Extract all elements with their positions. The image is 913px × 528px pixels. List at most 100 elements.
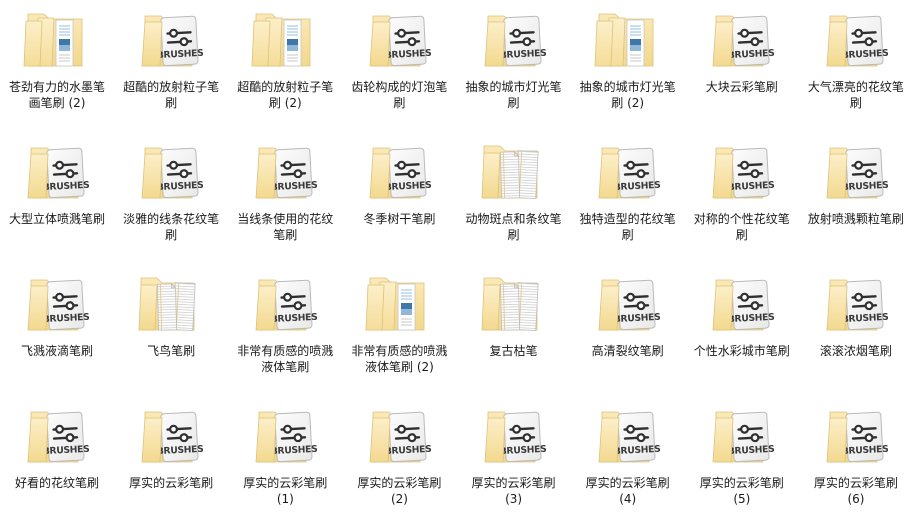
folder-brushes-card-icon: BRUSHES — [712, 411, 775, 463]
folder-brushes-card-icon: BRUSHES — [255, 147, 318, 199]
folder-brushes-card-icon[interactable]: BRUSHES — [360, 136, 438, 208]
folder-brushes-card-icon[interactable]: BRUSHES — [18, 136, 96, 208]
folder-brushes-card-icon: BRUSHES — [141, 15, 204, 67]
folder-item[interactable]: BRUSHES 放射喷溅颗粒笔刷 — [799, 132, 913, 264]
folder-item[interactable]: BRUSHES 厚实的云彩笔刷 (1) — [228, 396, 342, 528]
folder-item-label: 厚实的云彩笔刷 (1) — [243, 476, 328, 506]
folder-item[interactable]: BRUSHES 好看的花纹笔刷 — [0, 396, 114, 528]
folder-document-stack-icon[interactable] — [132, 268, 210, 340]
folder-image-stack-icon[interactable] — [246, 4, 324, 76]
folder-item-label: 动物斑点和条纹笔刷 — [465, 212, 562, 242]
folder-item[interactable]: BRUSHES 厚实的云彩笔刷 (2) — [342, 396, 456, 528]
folder-item-label: 冬季树干笔刷 — [363, 212, 436, 226]
folder-brushes-card-icon[interactable]: BRUSHES — [360, 4, 438, 76]
folder-brushes-card-icon[interactable]: BRUSHES — [132, 136, 210, 208]
folder-brushes-card-icon: BRUSHES — [484, 411, 546, 463]
folder-item[interactable]: 非常有质感的喷溅液体笔刷 (2) — [342, 264, 456, 396]
folder-brushes-card-icon: BRUSHES — [598, 279, 660, 331]
folder-item[interactable]: BRUSHES 大气漂亮的花纹笔刷 — [799, 0, 913, 132]
folder-item-label: 独特造型的花纹笔刷 — [579, 212, 676, 242]
folder-item-label: 复古枯笔 — [489, 344, 538, 358]
folder-brushes-card-icon[interactable]: BRUSHES — [475, 4, 553, 76]
folder-brushes-card-icon[interactable]: BRUSHES — [589, 268, 667, 340]
folder-item[interactable]: 苍劲有力的水墨笔画笔刷 (2) — [0, 0, 114, 132]
folder-image-stack-icon[interactable] — [589, 4, 667, 76]
folder-item[interactable]: BRUSHES 厚实的云彩笔刷 (6) — [799, 396, 913, 528]
folder-item-label: 个性水彩城市笔刷 — [693, 344, 790, 358]
folder-brushes-card-icon[interactable]: BRUSHES — [246, 136, 324, 208]
folder-item-label: 大块云彩笔刷 — [705, 80, 778, 94]
folder-item-label: 飞鸟笔刷 — [147, 344, 196, 358]
folder-item[interactable]: 飞鸟笔刷 — [114, 264, 228, 396]
folder-item-label: 厚实的云彩笔刷 (4) — [585, 476, 670, 506]
folder-brushes-card-icon[interactable]: BRUSHES — [817, 400, 895, 472]
folder-brushes-card-icon[interactable]: BRUSHES — [589, 136, 667, 208]
folder-item-label: 超酷的放射粒子笔刷 — [123, 80, 220, 110]
folder-brushes-card-icon[interactable]: BRUSHES — [18, 268, 96, 340]
folder-item[interactable]: BRUSHES 非常有质感的喷溅液体笔刷 — [228, 264, 342, 396]
folder-brushes-card-icon[interactable]: BRUSHES — [246, 268, 324, 340]
folder-item-label: 抽象的城市灯光笔刷 — [465, 80, 562, 110]
folder-item[interactable]: BRUSHES 滚滚浓烟笔刷 — [799, 264, 913, 396]
folder-brushes-card-icon: BRUSHES — [27, 279, 90, 331]
folder-image-stack-icon[interactable] — [18, 4, 96, 76]
folder-item[interactable]: 复古枯笔 — [457, 264, 571, 396]
folder-item[interactable]: BRUSHES 对称的个性花纹笔刷 — [685, 132, 799, 264]
folder-item-label: 当线条使用的花纹笔刷 — [237, 212, 334, 242]
folder-brushes-card-icon[interactable]: BRUSHES — [132, 4, 210, 76]
folder-item-label: 飞溅液滴笔刷 — [21, 344, 94, 358]
folder-item[interactable]: BRUSHES 独特造型的花纹笔刷 — [571, 132, 685, 264]
folder-brushes-card-icon[interactable]: BRUSHES — [246, 400, 324, 472]
folder-brushes-card-icon[interactable]: BRUSHES — [817, 4, 895, 76]
folder-brushes-card-icon: BRUSHES — [598, 411, 660, 463]
folder-document-stack-icon — [138, 277, 196, 332]
folder-item[interactable]: BRUSHES 抽象的城市灯光笔刷 — [457, 0, 571, 132]
folder-item[interactable]: 超酷的放射粒子笔刷 (2) — [228, 0, 342, 132]
folder-item[interactable]: BRUSHES 厚实的云彩笔刷 — [114, 396, 228, 528]
folder-item[interactable]: BRUSHES 淡雅的线条花纹笔刷 — [114, 132, 228, 264]
folder-item[interactable]: BRUSHES 齿轮构成的灯泡笔刷 — [342, 0, 456, 132]
folder-item[interactable]: 抽象的城市灯光笔刷 (2) — [571, 0, 685, 132]
folder-brushes-card-icon: BRUSHES — [484, 15, 546, 67]
folder-item[interactable]: BRUSHES 厚实的云彩笔刷 (4) — [571, 396, 685, 528]
folder-brushes-card-icon: BRUSHES — [712, 279, 775, 331]
folder-document-stack-icon[interactable] — [475, 136, 553, 208]
folder-item[interactable]: BRUSHES 当线条使用的花纹笔刷 — [228, 132, 342, 264]
folder-image-stack-icon[interactable] — [360, 268, 438, 340]
folder-brushes-card-icon: BRUSHES — [826, 411, 889, 463]
folder-item[interactable]: BRUSHES 大型立体喷溅笔刷 — [0, 132, 114, 264]
folder-brushes-card-icon[interactable]: BRUSHES — [703, 136, 781, 208]
folder-brushes-card-icon: BRUSHES — [141, 147, 204, 199]
folder-item[interactable]: BRUSHES 大块云彩笔刷 — [685, 0, 799, 132]
folder-brushes-card-icon[interactable]: BRUSHES — [817, 268, 895, 340]
folder-item[interactable]: BRUSHES 个性水彩城市笔刷 — [685, 264, 799, 396]
folder-brushes-card-icon: BRUSHES — [826, 15, 889, 67]
folder-document-stack-icon — [481, 277, 539, 332]
folder-item[interactable]: BRUSHES 厚实的云彩笔刷 (3) — [457, 396, 571, 528]
folder-item[interactable]: BRUSHES 高清裂纹笔刷 — [571, 264, 685, 396]
folder-brushes-card-icon: BRUSHES — [370, 15, 432, 67]
folder-brushes-card-icon[interactable]: BRUSHES — [703, 400, 781, 472]
folder-brushes-card-icon[interactable]: BRUSHES — [817, 136, 895, 208]
folder-brushes-card-icon[interactable]: BRUSHES — [360, 400, 438, 472]
folder-brushes-card-icon[interactable]: BRUSHES — [703, 4, 781, 76]
folder-document-stack-icon[interactable] — [475, 268, 553, 340]
folder-item[interactable]: 动物斑点和条纹笔刷 — [457, 132, 571, 264]
folder-item-label: 放射喷溅颗粒笔刷 — [807, 212, 904, 226]
folder-brushes-card-icon[interactable]: BRUSHES — [589, 400, 667, 472]
folder-brushes-card-icon: BRUSHES — [27, 411, 90, 463]
folder-item[interactable]: BRUSHES 飞溅液滴笔刷 — [0, 264, 114, 396]
folder-item[interactable]: BRUSHES 冬季树干笔刷 — [342, 132, 456, 264]
folder-brushes-card-icon: BRUSHES — [370, 147, 432, 199]
folder-brushes-card-icon[interactable]: BRUSHES — [703, 268, 781, 340]
folder-image-stack-icon — [366, 277, 425, 331]
folder-item[interactable]: BRUSHES 厚实的云彩笔刷 (5) — [685, 396, 799, 528]
folder-brushes-card-icon[interactable]: BRUSHES — [18, 400, 96, 472]
folder-item-label: 厚实的云彩笔刷 (5) — [699, 476, 784, 506]
folder-brushes-card-icon: BRUSHES — [712, 15, 775, 67]
folder-brushes-card-icon[interactable]: BRUSHES — [475, 400, 553, 472]
folder-brushes-card-icon: BRUSHES — [141, 411, 204, 463]
folder-brushes-card-icon: BRUSHES — [712, 147, 775, 199]
folder-brushes-card-icon[interactable]: BRUSHES — [132, 400, 210, 472]
folder-item[interactable]: BRUSHES 超酷的放射粒子笔刷 — [114, 0, 228, 132]
